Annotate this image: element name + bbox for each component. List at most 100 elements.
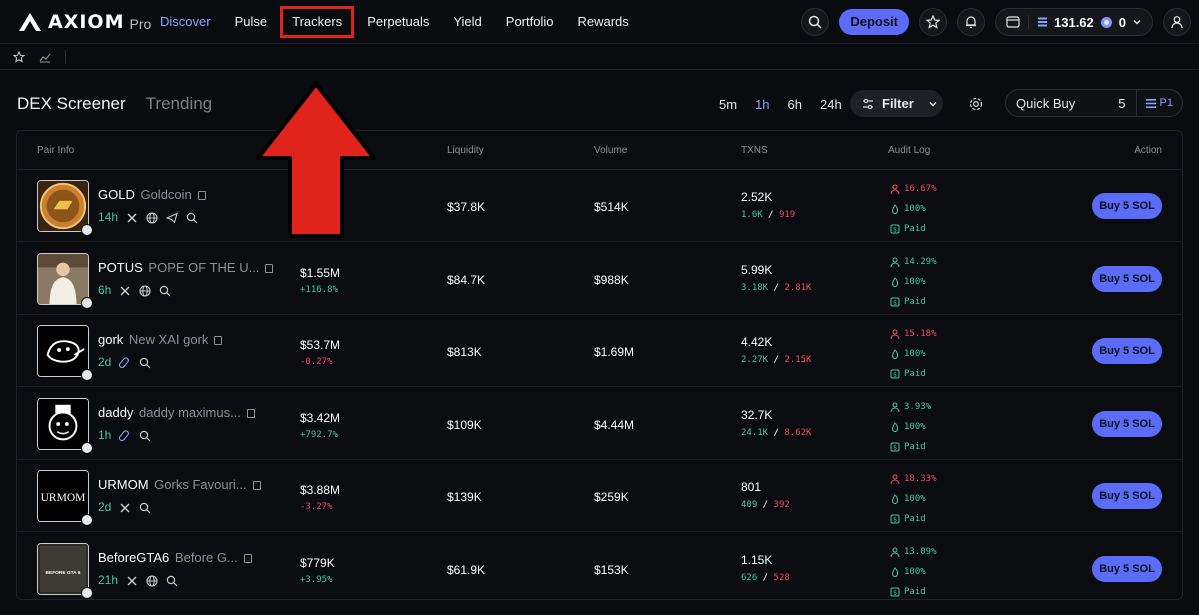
col-txns[interactable]: TXNS: [741, 145, 768, 156]
buy-button[interactable]: Buy 5 SOL: [1092, 193, 1162, 219]
filter-button[interactable]: Filter: [850, 90, 943, 117]
market-cap: $3.42M: [300, 410, 341, 425]
token-ticker[interactable]: BeforeGTA6 Before G...: [98, 550, 252, 565]
col-pair-info[interactable]: Pair Info: [37, 145, 74, 156]
quick-buy-input[interactable]: Quick Buy 5 P1: [1005, 89, 1183, 117]
search-icon[interactable]: [159, 284, 171, 296]
quick-buy-label: Quick Buy: [1016, 95, 1076, 111]
table-row[interactable]: URMOM URMOM Gorks Favouri... 2d $3.88M -3.27…: [17, 460, 1182, 532]
copy-icon[interactable]: [197, 191, 206, 200]
market-cap-change: +3.95%: [300, 574, 333, 585]
buy-button[interactable]: Buy 5 SOL: [1092, 410, 1162, 437]
pump-icon[interactable]: [119, 356, 131, 369]
time-filter-6h[interactable]: 6h: [788, 97, 802, 112]
globe-icon[interactable]: [146, 574, 158, 587]
buy-button[interactable]: Buy 5 SOL: [1092, 338, 1162, 364]
dex-paid-icon: $: [890, 587, 900, 596]
token-thumbnail[interactable]: [37, 180, 89, 232]
pump-icon[interactable]: [119, 429, 131, 441]
x-icon[interactable]: [119, 501, 131, 513]
dex-paid-status: Paid: [904, 514, 926, 524]
nav-item-trackers[interactable]: Trackers: [280, 6, 355, 38]
col-volume[interactable]: Volume: [594, 145, 627, 156]
chart-icon[interactable]: [39, 51, 51, 63]
token-ticker[interactable]: gork New XAI gork: [98, 332, 223, 347]
table-row[interactable]: POTUS POPE OF THE U... 6h $1.55M +116.8% $84…: [17, 243, 1182, 315]
svg-text:$: $: [893, 299, 897, 306]
token-thumbnail[interactable]: [37, 397, 89, 450]
copy-icon[interactable]: [214, 336, 223, 345]
token-ticker[interactable]: URMOM Gorks Favouri...: [98, 477, 261, 492]
buy-button[interactable]: Buy 5 SOL: [1092, 265, 1162, 292]
copy-icon[interactable]: [243, 553, 252, 563]
table-row[interactable]: gork New XAI gork 2d $53.7M -0.27% $813K $1.6…: [17, 315, 1182, 387]
time-filter-5m[interactable]: 5m: [719, 97, 737, 112]
market-cap-change: +116.8%: [300, 284, 338, 295]
nav-item-perpetuals[interactable]: Perpetuals: [367, 9, 429, 35]
gear-icon[interactable]: [968, 96, 984, 112]
pump-badge-icon: [81, 369, 93, 381]
tab-dex-screener[interactable]: DEX Screener: [17, 94, 126, 114]
holder-percent: 15.18%: [904, 329, 937, 339]
nav-item-rewards[interactable]: Rewards: [577, 9, 628, 35]
telegram-icon[interactable]: [165, 211, 178, 224]
search-button[interactable]: [801, 8, 830, 36]
audit-log: 15.18% 100% $ Paid: [890, 324, 937, 384]
brand-logo[interactable]: AXIOM Pro: [19, 11, 151, 33]
account-button[interactable]: [1163, 8, 1191, 36]
search-icon[interactable]: [166, 574, 178, 586]
table-row[interactable]: BEFORE GTA 6 BeforeGTA6 Before G... 21h $77…: [17, 533, 1182, 600]
x-icon[interactable]: [126, 574, 138, 586]
copy-icon[interactable]: [265, 263, 274, 273]
copy-icon[interactable]: [246, 408, 255, 418]
search-icon[interactable]: [139, 356, 151, 369]
token-thumbnail[interactable]: BEFORE GTA 6: [37, 542, 89, 595]
token-ticker[interactable]: GOLD Goldcoin: [98, 187, 206, 202]
x-icon[interactable]: [119, 284, 131, 296]
quick-buy-amount[interactable]: 5: [1118, 96, 1125, 111]
nav-item-pulse[interactable]: Pulse: [235, 9, 268, 35]
token-thumbnail[interactable]: URMOM: [37, 470, 89, 522]
user-icon: [890, 402, 900, 412]
watchlist-button[interactable]: [919, 8, 947, 36]
tab-trending[interactable]: Trending: [146, 94, 212, 114]
table-row[interactable]: GOLD Goldcoin 14h $37.8K $514K 2.52K 1.6K / 9…: [17, 170, 1182, 242]
copy-icon[interactable]: [252, 481, 261, 490]
x-icon[interactable]: [126, 211, 138, 223]
time-filter-1h[interactable]: 1h: [755, 97, 769, 112]
search-icon[interactable]: [139, 429, 151, 441]
pump-badge-icon: [81, 514, 93, 526]
star-icon[interactable]: [13, 51, 25, 63]
token-thumbnail[interactable]: [37, 325, 89, 377]
search-icon[interactable]: [186, 211, 198, 224]
col-liquidity[interactable]: Liquidity: [447, 145, 484, 156]
buy-button[interactable]: Buy 5 SOL: [1092, 555, 1162, 582]
deposit-button[interactable]: Deposit: [839, 9, 909, 35]
globe-icon[interactable]: [139, 284, 151, 297]
buy-button[interactable]: Buy 5 SOL: [1092, 483, 1162, 509]
token-ticker[interactable]: POTUS POPE OF THE U...: [98, 260, 274, 275]
search-icon[interactable]: [139, 501, 151, 514]
svg-text:URMOM: URMOM: [41, 492, 86, 504]
time-filter-24h[interactable]: 24h: [820, 97, 842, 112]
token-ticker[interactable]: daddy daddy maximus...: [98, 405, 255, 420]
col-audit-log[interactable]: Audit Log: [888, 145, 930, 156]
notifications-button[interactable]: [957, 8, 985, 36]
market-cap: $779K: [300, 555, 335, 570]
preset-selector[interactable]: P1: [1137, 97, 1182, 109]
liquidity-value: $61.9K: [447, 562, 486, 577]
globe-icon[interactable]: [146, 211, 158, 224]
nav-item-portfolio[interactable]: Portfolio: [506, 9, 554, 35]
token-thumbnail[interactable]: [37, 252, 89, 305]
nav-item-yield[interactable]: Yield: [453, 9, 481, 35]
dex-paid-status: Paid: [904, 224, 926, 234]
table-row[interactable]: daddy daddy maximus... 1h $3.42M +792.7% $10…: [17, 388, 1182, 460]
token-name: New XAI gork: [128, 332, 209, 347]
brand-name: AXIOM: [48, 10, 125, 33]
wallet-icon: [1006, 16, 1020, 28]
flame-icon: [891, 349, 899, 359]
wallet-selector[interactable]: 131.62 0: [995, 8, 1153, 36]
nav-item-discover[interactable]: Discover: [160, 9, 211, 35]
points-icon: [1100, 16, 1112, 28]
search-icon: [809, 15, 822, 29]
